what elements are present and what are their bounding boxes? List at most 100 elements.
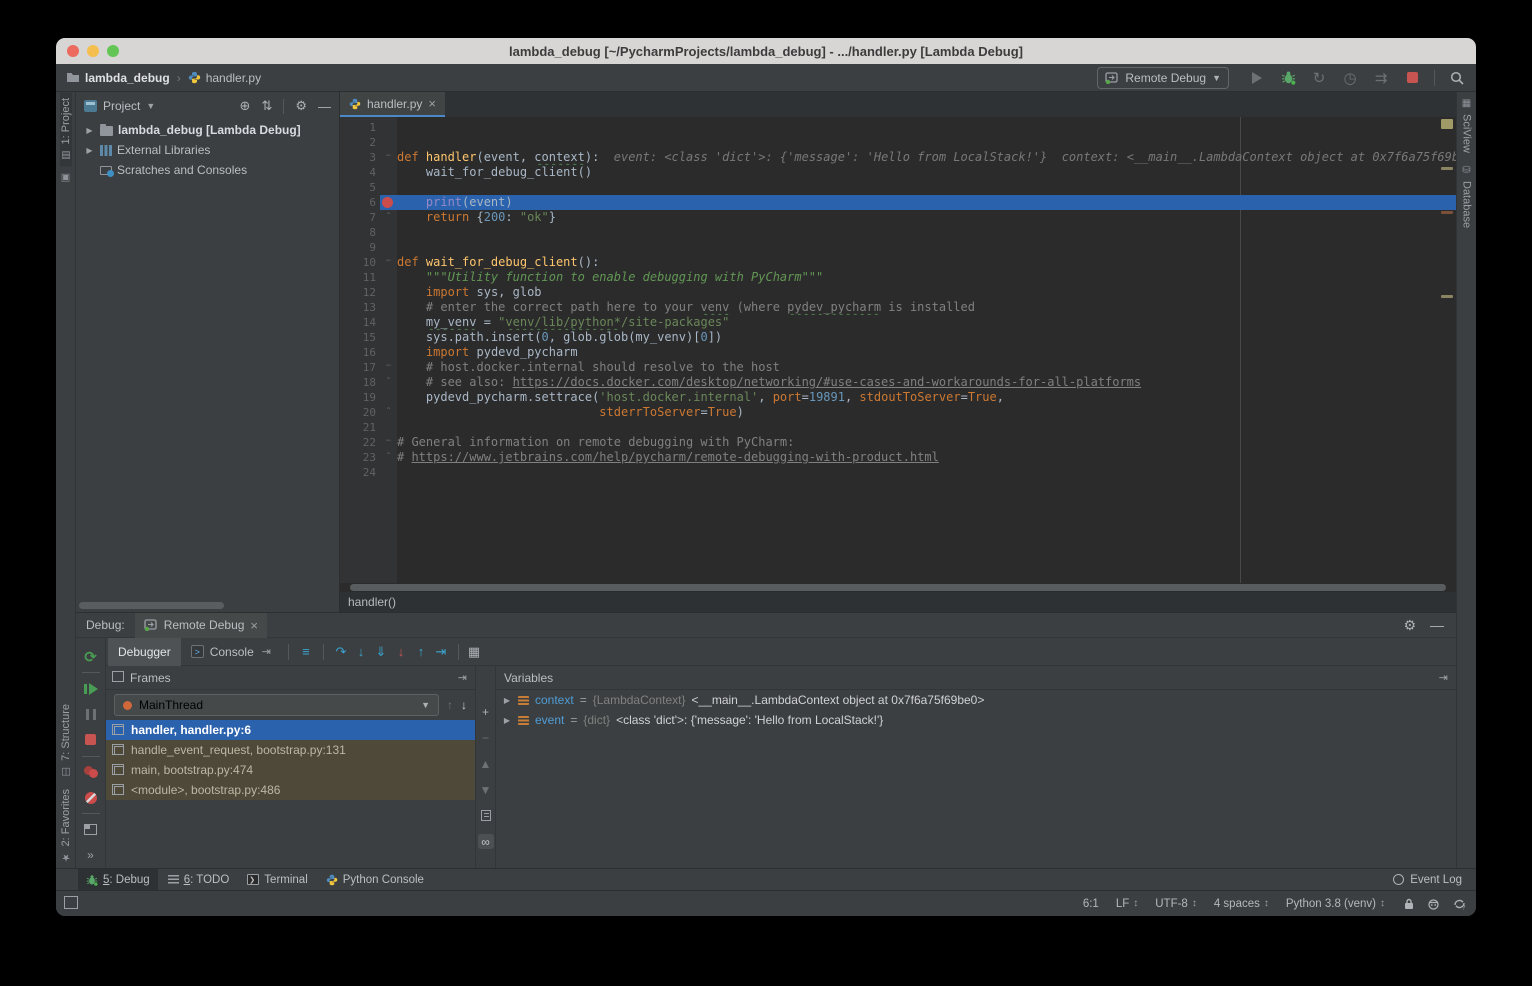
tree-item-lambda-debug[interactable]: ▶ lambda_debug [Lambda Debug] xyxy=(76,120,339,140)
step-into-my-code-button[interactable]: ↓ xyxy=(391,644,411,659)
run-configuration-select[interactable]: Remote Debug ▼ xyxy=(1097,67,1229,89)
locate-file-button[interactable]: ⊕ xyxy=(240,98,251,114)
editor-breadcrumb[interactable]: handler() xyxy=(340,592,1456,612)
project-panel-title[interactable]: Project xyxy=(103,99,140,113)
profiler-button[interactable]: ↻ xyxy=(1310,69,1328,87)
fold-end-icon[interactable]: ˆ xyxy=(380,405,397,420)
frame-row[interactable]: handle_event_request, bootstrap.py:131 xyxy=(106,740,475,760)
line-separator-select[interactable]: LF↕ xyxy=(1116,898,1138,910)
chevron-down-icon[interactable]: ▼ xyxy=(146,101,155,111)
show-watches-toggle[interactable]: ∞ xyxy=(478,834,494,849)
step-out-button[interactable]: ↑ xyxy=(411,644,431,659)
tab-todo[interactable]: 6: TODO xyxy=(160,869,238,891)
step-into-button[interactable]: ↓ xyxy=(351,644,371,659)
hide-panel-button[interactable]: — xyxy=(1430,617,1444,633)
next-frame-button[interactable]: ↓ xyxy=(461,698,467,712)
search-everywhere-button[interactable] xyxy=(1448,69,1466,87)
code-line-8[interactable]: 8 xyxy=(340,225,1456,240)
code-line-23[interactable]: 23ˆ# https://www.jetbrains.com/help/pych… xyxy=(340,450,1456,465)
project-horizontal-scrollbar[interactable] xyxy=(79,602,224,609)
tab-debugger[interactable]: Debugger xyxy=(108,638,181,666)
tree-item-scratches[interactable]: Scratches and Consoles xyxy=(76,160,339,180)
code-line-9[interactable]: 9 xyxy=(340,240,1456,255)
sidebar-item-database[interactable]: ⛁ Database xyxy=(1461,159,1473,234)
update-status-icon[interactable]: ? xyxy=(1453,898,1466,910)
editor-horizontal-scrollbar[interactable] xyxy=(340,583,1456,592)
reader-mode-icon[interactable] xyxy=(1427,898,1440,910)
close-icon[interactable] xyxy=(428,96,436,111)
thread-selector[interactable]: MainThread ▼ xyxy=(114,694,439,716)
close-window-button[interactable] xyxy=(67,45,79,57)
sidebar-item-favorites[interactable]: ★ 2: Favorites xyxy=(60,783,72,868)
tab-python-console[interactable]: Python Console xyxy=(318,869,432,891)
pin-icon[interactable]: ⇥ xyxy=(458,671,467,684)
evaluate-expression-button[interactable]: ▦ xyxy=(466,645,482,659)
debug-button[interactable] xyxy=(1279,69,1297,87)
previous-frame-button[interactable]: ↑ xyxy=(447,698,453,712)
stop-button[interactable] xyxy=(1403,69,1421,87)
show-execution-point-button[interactable]: ≡ xyxy=(296,644,316,659)
more-actions-button[interactable]: » xyxy=(76,843,105,868)
duplicate-watch-button[interactable] xyxy=(478,808,494,823)
sidebar-item-project[interactable]: ▤ 1: Project xyxy=(60,92,72,166)
fold-collapse-icon[interactable]: − xyxy=(380,435,397,450)
run-with-options-button[interactable]: ⇉ xyxy=(1372,69,1390,87)
tree-item-external-libraries[interactable]: ▶ External Libraries xyxy=(76,140,339,160)
fold-end-icon[interactable]: ˆ xyxy=(380,210,397,225)
settings-gear-icon[interactable]: ⚙ xyxy=(1403,617,1416,634)
move-down-button[interactable]: ▼ xyxy=(478,782,494,797)
code-line-1[interactable]: 1 xyxy=(340,120,1456,135)
variable-row-context[interactable]: ▶ context = {LambdaContext} <__main__.La… xyxy=(496,690,1456,710)
debug-session-tab[interactable]: Remote Debug xyxy=(135,613,267,638)
frame-row[interactable]: <module>, bootstrap.py:486 xyxy=(106,780,475,800)
code-line-18[interactable]: 18ˆ # see also: https://docs.docker.com/… xyxy=(340,375,1456,390)
encoding-select[interactable]: UTF-8↕ xyxy=(1155,898,1197,910)
code-editor[interactable]: 123−def handler(event, context): event: … xyxy=(340,117,1456,583)
expand-arrow-icon[interactable]: ▶ xyxy=(502,696,512,705)
rerun-button[interactable]: ⟳ xyxy=(76,644,105,669)
expand-arrow-icon[interactable]: ▶ xyxy=(84,146,95,155)
interpreter-select[interactable]: Python 3.8 (venv)↕ xyxy=(1286,898,1385,910)
breakpoint-icon[interactable] xyxy=(382,197,393,208)
run-to-cursor-button[interactable]: ⇥ xyxy=(431,644,451,660)
pause-button[interactable] xyxy=(76,702,105,727)
code-line-21[interactable]: 21 xyxy=(340,420,1456,435)
frame-row[interactable]: handler, handler.py:6 xyxy=(106,720,475,740)
frame-row[interactable]: main, bootstrap.py:474 xyxy=(106,760,475,780)
move-up-button[interactable]: ▲ xyxy=(478,756,494,771)
expand-arrow-icon[interactable]: ▶ xyxy=(84,126,95,135)
restore-layout-button[interactable] xyxy=(76,817,105,842)
view-breakpoints-button[interactable] xyxy=(76,760,105,785)
run-button[interactable] xyxy=(1248,69,1266,87)
breadcrumb-file[interactable]: handler.py xyxy=(206,71,261,85)
code-line-5[interactable]: 5 xyxy=(340,180,1456,195)
code-line-20[interactable]: 20ˆ stderrToServer=True) xyxy=(340,405,1456,420)
tab-debug[interactable]: 5: Debug xyxy=(78,869,158,891)
breadcrumb-project[interactable]: lambda_debug xyxy=(85,71,170,85)
code-line-4[interactable]: 4 wait_for_debug_client() xyxy=(340,165,1456,180)
code-line-15[interactable]: 15 sys.path.insert(0, glob.glob(my_venv)… xyxy=(340,330,1456,345)
minimize-window-button[interactable] xyxy=(87,45,99,57)
expand-arrow-icon[interactable]: ▶ xyxy=(502,716,512,725)
tab-handler-py[interactable]: handler.py xyxy=(340,92,445,117)
code-line-19[interactable]: 19 pydevd_pycharm.settrace('host.docker.… xyxy=(340,390,1456,405)
code-line-11[interactable]: 11 """Utility function to enable debuggi… xyxy=(340,270,1456,285)
commit-toolwindow-icon[interactable]: ▣ xyxy=(60,166,71,189)
step-over-button[interactable]: ↷ xyxy=(331,644,351,660)
lock-icon[interactable] xyxy=(1404,898,1414,910)
code-line-13[interactable]: 13 # enter the correct path here to your… xyxy=(340,300,1456,315)
fold-end-icon[interactable]: ˆ xyxy=(380,450,397,465)
code-line-24[interactable]: 24 xyxy=(340,465,1456,480)
code-line-14[interactable]: 14 my_venv = "venv/lib/python*/site-pack… xyxy=(340,315,1456,330)
sidebar-item-structure[interactable]: ◫ 7: Structure xyxy=(60,698,72,783)
hide-panel-button[interactable]: — xyxy=(318,99,331,114)
code-line-22[interactable]: 22−# General information on remote debug… xyxy=(340,435,1456,450)
code-line-16[interactable]: 16 import pydevd_pycharm xyxy=(340,345,1456,360)
event-log-button[interactable]: Event Log xyxy=(1393,874,1476,886)
variable-row-event[interactable]: ▶ event = {dict} <class 'dict'>: {'messa… xyxy=(496,710,1456,730)
mute-breakpoints-button[interactable] xyxy=(76,785,105,810)
code-line-17[interactable]: 17− # host.docker.internal should resolv… xyxy=(340,360,1456,375)
sidebar-item-sciview[interactable]: ▦ SciView xyxy=(1461,92,1473,159)
fold-end-icon[interactable]: ˆ xyxy=(380,375,397,390)
code-line-2[interactable]: 2 xyxy=(340,135,1456,150)
